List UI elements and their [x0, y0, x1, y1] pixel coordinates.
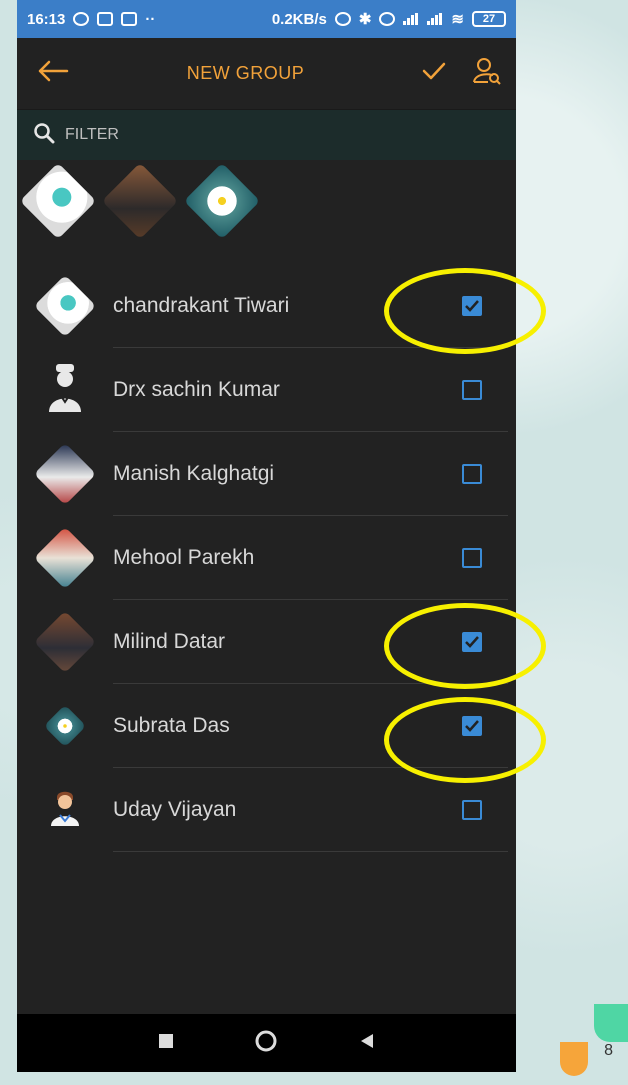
- back-arrow-icon[interactable]: [37, 60, 69, 87]
- contact-checkbox[interactable]: [462, 800, 482, 820]
- divider: [113, 851, 508, 852]
- list-item[interactable]: Mehool Parekh: [17, 516, 516, 600]
- contact-checkbox[interactable]: [462, 380, 482, 400]
- more-notifications-icon: ··: [145, 10, 156, 28]
- slide-corner-decoration: [558, 1000, 628, 1080]
- search-icon: [33, 122, 55, 149]
- list-item[interactable]: Manish Kalghatgi: [17, 432, 516, 516]
- bluetooth-icon: ✱: [358, 11, 372, 28]
- network-speed: 0.2KB/s: [271, 10, 327, 28]
- avatar: [43, 704, 87, 748]
- contact-name: Drx sachin Kumar: [113, 378, 280, 401]
- page-title: NEW GROUP: [186, 63, 305, 83]
- signal-icon: [427, 13, 443, 25]
- selected-avatar[interactable]: [101, 162, 179, 240]
- contact-name: Uday Vijayan: [113, 798, 237, 821]
- doctor-emoji-avatar-icon: [48, 788, 82, 833]
- contact-checkbox[interactable]: [462, 464, 482, 484]
- highlight-ellipse: [384, 268, 546, 354]
- app-bar: NEW GROUP: [17, 38, 516, 110]
- avatar: [33, 526, 97, 590]
- call-icon: [73, 12, 90, 26]
- linkedin-icon: [121, 12, 138, 26]
- phone-screen: 16:13 ·· 0.2KB/s ✱ ≋ 27 NEW GROUP FILTER…: [17, 0, 516, 1072]
- headset-icon: [334, 12, 351, 26]
- recent-apps-icon[interactable]: [158, 1033, 174, 1054]
- contact-name: Manish Kalghatgi: [113, 462, 275, 485]
- avatar: [33, 610, 97, 674]
- selected-avatar[interactable]: [19, 162, 97, 240]
- back-triangle-icon[interactable]: [358, 1032, 376, 1055]
- doctor-avatar-icon: [45, 362, 85, 419]
- filter-bar: [17, 110, 516, 160]
- selected-avatar[interactable]: [183, 162, 261, 240]
- user-search-icon[interactable]: [472, 56, 502, 91]
- confirm-check-icon[interactable]: [422, 62, 446, 85]
- contact-checkbox[interactable]: [462, 548, 482, 568]
- highlight-ellipse: [384, 697, 546, 783]
- status-bar: 16:13 ·· 0.2KB/s ✱ ≋ 27: [17, 0, 516, 38]
- avatar: [33, 274, 97, 338]
- highlight-ellipse: [384, 603, 546, 689]
- wifi-icon: ≋: [451, 11, 464, 28]
- alarm-icon: [379, 12, 396, 26]
- list-item[interactable]: Drx sachin Kumar: [17, 348, 516, 432]
- calendar-icon: [97, 12, 114, 26]
- slide-page-number: 8: [604, 1042, 613, 1059]
- selected-members-row: [17, 160, 516, 242]
- status-time: 16:13: [27, 10, 66, 28]
- home-icon[interactable]: [254, 1029, 278, 1058]
- system-nav-bar: [17, 1014, 516, 1072]
- battery-icon: 27: [472, 11, 506, 27]
- contact-name: Mehool Parekh: [113, 546, 255, 569]
- avatar: [33, 442, 97, 506]
- filter-input[interactable]: [63, 125, 367, 145]
- signal-icon: [403, 13, 419, 25]
